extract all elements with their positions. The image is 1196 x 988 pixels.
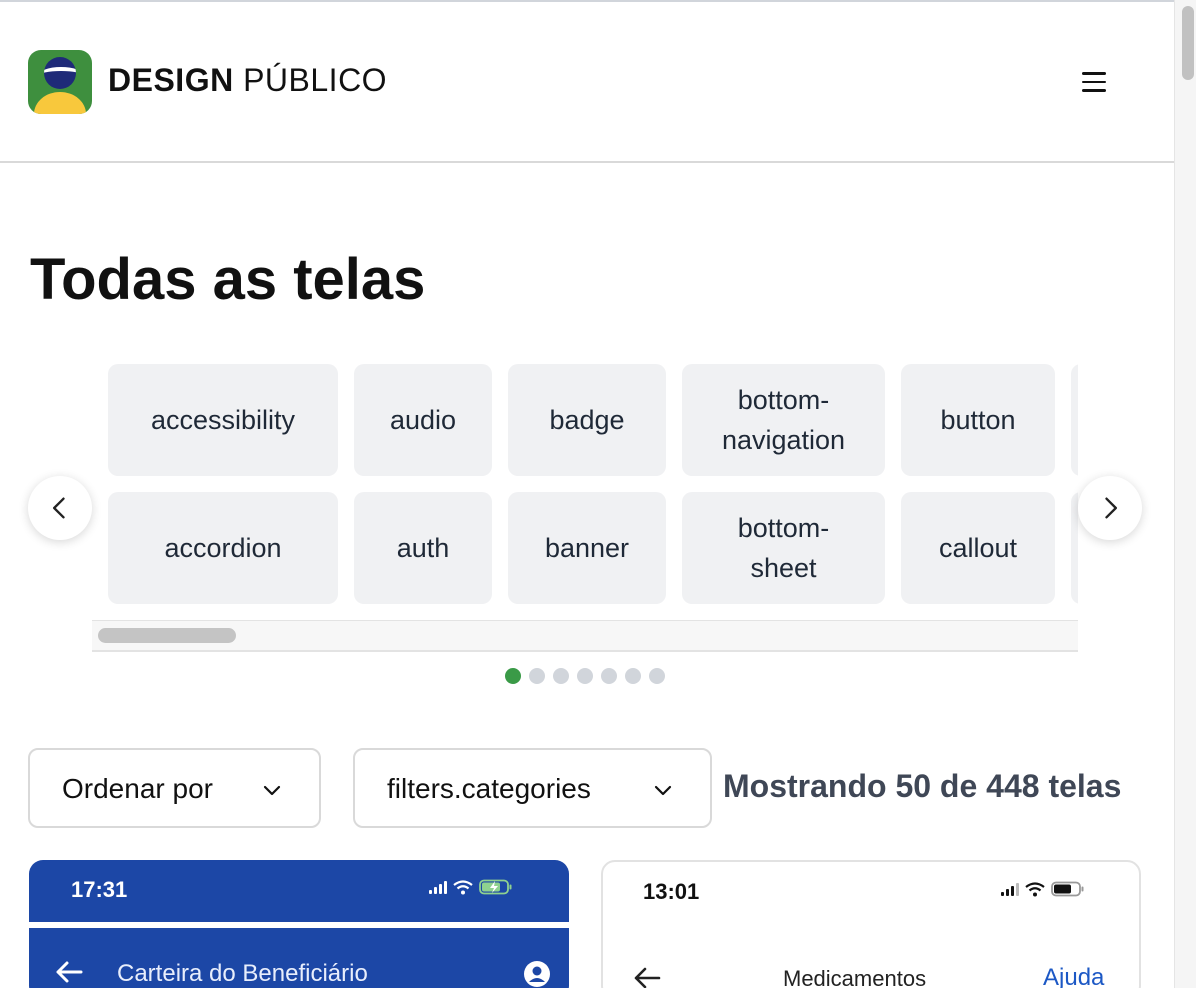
- arrow-left-icon: [634, 967, 661, 988]
- tag-chip[interactable]: badge: [508, 364, 666, 476]
- status-time: 17:31: [71, 877, 128, 902]
- category-select[interactable]: filters.categories: [353, 748, 712, 828]
- category-select-label: filters.categories: [387, 773, 591, 804]
- help-link[interactable]: Ajuda: [1043, 964, 1104, 988]
- brazil-flag-logo-icon[interactable]: [28, 50, 92, 114]
- arrow-left-icon: [56, 961, 83, 983]
- signal-icon: [429, 880, 447, 894]
- tag-chip[interactable]: auth: [354, 492, 492, 604]
- pagination-dot[interactable]: [529, 668, 545, 684]
- tag-carousel: accessibility audio badge bottom-navigat…: [92, 356, 1078, 652]
- status-icons: [1001, 881, 1085, 897]
- battery-icon: [1051, 881, 1084, 897]
- pagination-dot[interactable]: [625, 668, 641, 684]
- carousel-scrollbar[interactable]: [92, 620, 1078, 652]
- tag-chip[interactable]: banner: [508, 492, 666, 604]
- wifi-icon: [1025, 881, 1045, 896]
- status-icons: [429, 879, 513, 895]
- site-header: DESIGN PÚBLICO: [0, 2, 1174, 163]
- brand-light: PÚBLICO: [243, 62, 388, 98]
- tag-chip[interactable]: bottom-navigation: [682, 364, 885, 476]
- carousel-pagination: [505, 668, 665, 684]
- sort-select-label: Ordenar por: [62, 773, 213, 804]
- carousel-scrollbar-thumb[interactable]: [98, 628, 236, 643]
- pagination-dot[interactable]: [601, 668, 617, 684]
- result-count: Mostrando 50 de 448 telas: [723, 768, 1122, 804]
- battery-charging-icon: [479, 879, 512, 895]
- pagination-dot[interactable]: [577, 668, 593, 684]
- brand-name[interactable]: DESIGN PÚBLICO: [108, 62, 387, 99]
- tag-chip[interactable]: button: [901, 364, 1055, 476]
- window-scrollbar-thumb[interactable]: [1182, 6, 1194, 80]
- chevron-left-icon[interactable]: [28, 476, 92, 540]
- wifi-icon: [453, 879, 473, 894]
- user-circle-icon: [524, 961, 550, 987]
- hamburger-menu-icon[interactable]: [1072, 60, 1116, 104]
- tag-chip[interactable]: callout: [901, 492, 1055, 604]
- card-divider: [29, 922, 569, 928]
- status-time: 13:01: [643, 879, 700, 904]
- chevron-down-icon: [654, 785, 672, 796]
- tag-chip[interactable]: bottom-sheet: [682, 492, 885, 604]
- signal-icon: [1001, 882, 1019, 896]
- card-title: Carteira do Beneficiário: [117, 960, 368, 987]
- chevron-right-icon[interactable]: [1078, 476, 1142, 540]
- tag-chip[interactable]: audio: [354, 364, 492, 476]
- pagination-dot[interactable]: [553, 668, 569, 684]
- pagination-dot[interactable]: [649, 668, 665, 684]
- tag-chip[interactable]: accessibility: [108, 364, 338, 476]
- sort-select[interactable]: Ordenar por: [28, 748, 321, 828]
- pagination-dot-active[interactable]: [505, 668, 521, 684]
- brand-bold: DESIGN: [108, 62, 234, 98]
- screen-card[interactable]: 13:01 Medicamentos Ajuda: [601, 860, 1141, 988]
- page-title: Todas as telas: [30, 247, 426, 312]
- screen-card[interactable]: 17:31 Carteira do Beneficiário: [29, 860, 569, 988]
- tag-chip-partial[interactable]: [1071, 492, 1078, 604]
- card-title: Medicamentos: [783, 966, 927, 988]
- window-scrollbar[interactable]: [1174, 0, 1196, 988]
- tag-chip-partial[interactable]: [1071, 364, 1078, 476]
- chevron-down-icon: [263, 785, 281, 796]
- tag-chip[interactable]: accordion: [108, 492, 338, 604]
